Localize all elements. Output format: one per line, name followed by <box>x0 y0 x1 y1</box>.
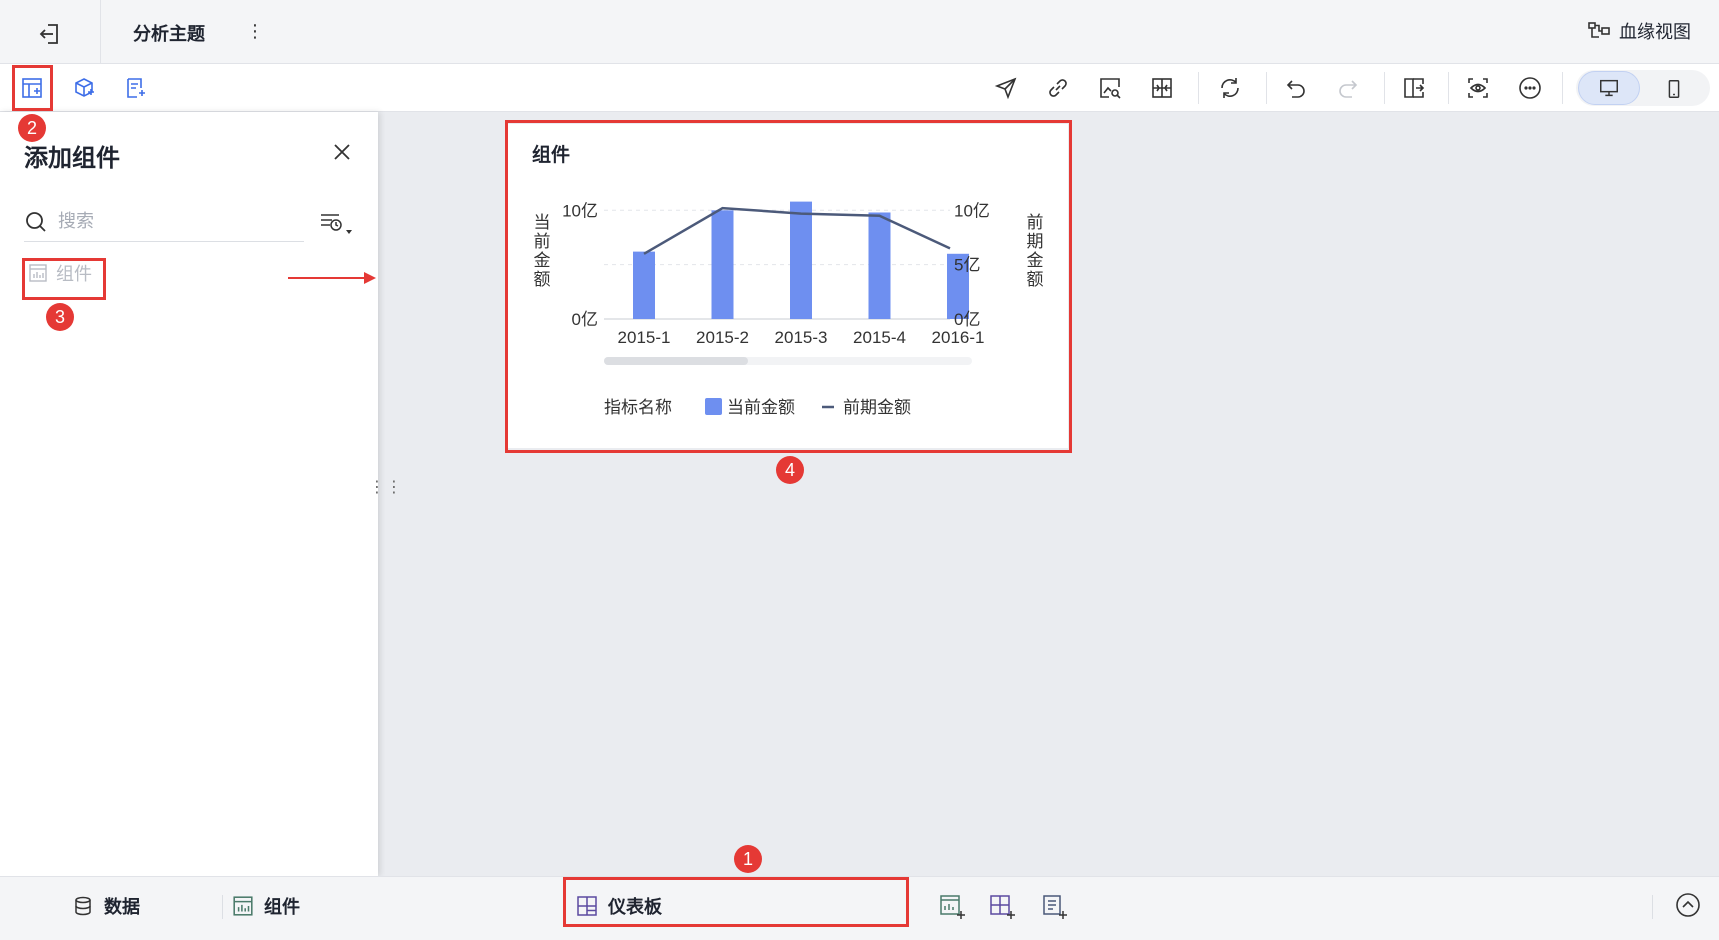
annotation-box-1 <box>563 877 909 927</box>
tab-component[interactable]: 组件 <box>232 893 300 919</box>
tab-component-label: 组件 <box>264 897 300 918</box>
mobile-icon <box>1668 80 1680 98</box>
preview-icon[interactable] <box>1464 74 1492 102</box>
link-icon[interactable] <box>1044 74 1072 102</box>
redo-icon[interactable] <box>1334 74 1362 102</box>
search-box <box>24 202 304 242</box>
search-icon <box>24 210 48 234</box>
lineage-view-button[interactable]: 血缘视图 <box>1587 18 1691 44</box>
divider <box>222 895 223 919</box>
lineage-icon <box>1588 22 1610 38</box>
page-title: 分析主题 <box>133 24 205 45</box>
fit-screen-icon[interactable] <box>1148 74 1176 102</box>
add-component-icon[interactable] <box>938 893 966 921</box>
sort-filter-icon[interactable] <box>318 210 354 242</box>
exit-icon[interactable] <box>36 20 64 48</box>
divider <box>1384 72 1385 104</box>
divider <box>100 0 101 64</box>
divider <box>1448 72 1449 104</box>
annotation-badge-4: 4 <box>776 456 804 484</box>
divider <box>1562 72 1563 104</box>
close-icon[interactable] <box>328 138 356 166</box>
annotation-box-4 <box>505 120 1072 453</box>
more-vertical-icon[interactable]: ⋮ <box>246 20 264 44</box>
lineage-label: 血缘视图 <box>1619 22 1691 43</box>
add-report-icon[interactable] <box>1040 893 1068 921</box>
annotation-box-2 <box>12 65 53 111</box>
send-icon[interactable] <box>992 74 1020 102</box>
database-icon <box>75 896 91 916</box>
add-dataset-icon[interactable] <box>70 74 98 102</box>
annotation-arrow <box>288 272 376 284</box>
desktop-icon <box>1600 79 1618 97</box>
annotation-badge-2: 2 <box>18 114 46 142</box>
collapse-up-icon[interactable] <box>1674 891 1702 919</box>
search-input[interactable] <box>58 211 288 232</box>
chart-component-icon <box>233 896 253 916</box>
annotation-badge-3: 3 <box>46 303 74 331</box>
export-icon[interactable] <box>1400 74 1428 102</box>
refresh-icon[interactable] <box>1216 74 1244 102</box>
divider <box>1198 72 1199 104</box>
tab-data-label: 数据 <box>104 897 140 918</box>
top-bar: 分析主题 ⋮ 血缘视图 <box>0 0 1719 64</box>
panel-title: 添加组件 <box>24 144 120 172</box>
mobile-view-button[interactable] <box>1660 77 1688 101</box>
more-horizontal-icon[interactable] <box>1516 74 1544 102</box>
add-dashboard-icon[interactable] <box>988 893 1016 921</box>
toolbar <box>0 64 1719 112</box>
image-search-icon[interactable] <box>1096 74 1124 102</box>
add-component-panel: 添加组件 组件 <box>0 112 378 876</box>
annotation-box-3 <box>22 258 106 300</box>
divider <box>1652 895 1653 919</box>
add-text-icon[interactable] <box>122 74 150 102</box>
divider <box>1266 72 1267 104</box>
tab-data[interactable]: 数据 <box>72 893 140 919</box>
annotation-badge-1: 1 <box>734 845 762 873</box>
desktop-view-button[interactable] <box>1578 71 1640 105</box>
undo-icon[interactable] <box>1282 74 1310 102</box>
